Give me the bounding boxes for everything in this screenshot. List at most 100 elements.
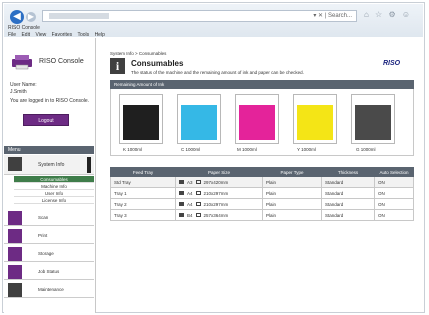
- forward-icon[interactable]: ▶: [26, 12, 36, 22]
- tray-name: Tray 2: [110, 198, 176, 210]
- breadcrumb[interactable]: System Info > Consumables: [110, 51, 166, 56]
- job-status-icon: [8, 265, 22, 279]
- ink-m-fill: [239, 105, 275, 140]
- ink-y-gauge: [293, 94, 337, 144]
- back-icon[interactable]: ◀: [10, 10, 24, 24]
- col-paper-type: Paper Type: [262, 167, 322, 177]
- address-tools[interactable]: ▾ ✕ | Search...: [313, 12, 352, 19]
- subnav-machine-info[interactable]: Machine Info: [14, 183, 94, 190]
- ink-c-label: C 1000ml: [181, 147, 201, 152]
- ink-g-fill: [355, 105, 391, 140]
- nav-print[interactable]: Print: [4, 228, 94, 244]
- paper-thickness: Standard: [321, 198, 375, 210]
- nav-maintenance[interactable]: Maintenance: [4, 282, 94, 298]
- paper-type: Plain: [262, 187, 322, 199]
- paper-dimensions: 210x297mm: [203, 190, 229, 196]
- orientation-icon: [195, 180, 201, 185]
- orientation-icon: [195, 191, 201, 196]
- selected-indicator: [87, 157, 91, 173]
- nav-scan-label: Scan: [38, 215, 49, 220]
- paper-type: Plain: [262, 209, 322, 221]
- paper-type: Plain: [262, 176, 322, 188]
- page-title: Consumables: [131, 59, 184, 68]
- tray-name-text: Tray 1: [114, 190, 127, 196]
- ink-k-gauge: [119, 94, 163, 144]
- tray-name-text: Std Tray: [114, 179, 131, 185]
- tray-name: Std Tray: [110, 176, 176, 188]
- ink-k-label: K 1000ml: [123, 147, 143, 152]
- table-row: Tray 3 B4 257x364mm Plain Standard ON: [110, 209, 414, 221]
- nav-storage-label: Storage: [38, 251, 54, 256]
- orientation-icon: [195, 202, 201, 207]
- auto-selection: ON: [374, 198, 414, 210]
- subnav-user-info[interactable]: User Info: [14, 190, 94, 197]
- system-info-icon: [8, 157, 22, 171]
- col-thickness: Thickness: [321, 167, 375, 177]
- ink-g-gauge: [351, 94, 395, 144]
- menu-header: Menu: [4, 146, 94, 154]
- tray-name: Tray 1: [110, 187, 176, 199]
- console-logo-text: RISO Console: [39, 58, 84, 65]
- paper-stack-icon: [179, 213, 184, 218]
- orientation-icon: [195, 213, 201, 218]
- paper-size-cell: A3 297x420mm: [175, 176, 263, 188]
- nav-system-info[interactable]: System Info: [4, 155, 94, 175]
- nav-job-status[interactable]: Job Status: [4, 264, 94, 280]
- address-bar[interactable]: ▾ ✕ | Search...: [42, 10, 357, 22]
- paper-thickness: Standard: [321, 187, 375, 199]
- nav-job-status-label: Job Status: [38, 269, 60, 274]
- ink-c-gauge: [177, 94, 221, 144]
- ink-y-fill: [297, 105, 333, 140]
- paper-stack-icon: [179, 180, 184, 185]
- ink-m-label: M 1000ml: [237, 147, 257, 152]
- nav-system-info-label: System Info: [38, 162, 65, 168]
- storage-icon: [8, 247, 22, 261]
- paper-dimensions: 210x297mm: [203, 201, 229, 207]
- auto-selection: ON: [374, 176, 414, 188]
- paper-size-cell: A4 210x297mm: [175, 187, 263, 199]
- menu-help[interactable]: Help: [95, 32, 105, 38]
- col-feed-tray: Feed Tray: [110, 167, 176, 177]
- browser-toolbar-icons[interactable]: ⌂ ☆ ⚙ ☺: [364, 10, 412, 19]
- nav-scan[interactable]: Scan: [4, 210, 94, 226]
- subnav-license-info[interactable]: License Info: [14, 197, 94, 204]
- col-auto-selection: Auto Selection: [374, 167, 414, 177]
- ink-section-header: Remaining Amount of Ink: [110, 80, 414, 89]
- ink-c-fill: [181, 105, 217, 140]
- sidebar: RISO Console User Name: J.Smith You are …: [4, 38, 96, 313]
- logout-button[interactable]: Logout: [23, 114, 69, 126]
- table-header-row: Feed Tray Paper Size Paper Type Thicknes…: [110, 167, 414, 177]
- paper-stack-icon: [179, 191, 184, 196]
- screenshot: ◀ ▶ ▾ ✕ | Search... ⌂ ☆ ⚙ ☺ RISO Console…: [0, 0, 429, 315]
- user-name-value: J.Smith: [10, 89, 27, 95]
- printer-logo-icon: [12, 55, 32, 70]
- paper-tray-table: Feed Tray Paper Size Paper Type Thicknes…: [110, 167, 414, 221]
- nav-maintenance-label: Maintenance: [38, 287, 64, 292]
- maintenance-icon: [8, 283, 22, 297]
- browser-tab[interactable]: RISO Console: [8, 25, 40, 31]
- paper-stack-icon: [179, 202, 184, 207]
- tray-name: Tray 3: [110, 209, 176, 221]
- table-row: Tray 2 A4 210x297mm Plain Standard ON: [110, 198, 414, 210]
- ink-y-label: Y 1000ml: [297, 147, 316, 152]
- print-icon: [8, 229, 22, 243]
- ink-g-label: G 1000ml: [356, 147, 376, 152]
- browser-chrome: ◀ ▶ ▾ ✕ | Search... ⌂ ☆ ⚙ ☺ RISO Console…: [4, 4, 423, 38]
- user-name-label: User Name:: [10, 82, 37, 88]
- paper-type: Plain: [262, 198, 322, 210]
- auto-selection: ON: [374, 187, 414, 199]
- info-icon: i: [110, 58, 125, 74]
- paper-dimensions: 257x364mm: [203, 212, 229, 218]
- subnav-consumables[interactable]: Consumables: [14, 176, 94, 183]
- tray-name-text: Tray 3: [114, 212, 127, 218]
- paper-thickness: Standard: [321, 176, 375, 188]
- address-url: [49, 13, 109, 19]
- page-description: The status of the machine and the remain…: [131, 70, 304, 75]
- paper-code: B4: [187, 212, 193, 218]
- paper-code: A4: [187, 190, 193, 196]
- paper-size-cell: B4 257x364mm: [175, 209, 263, 221]
- login-status-text: You are logged in to RISO Console.: [10, 98, 90, 104]
- nav-storage[interactable]: Storage: [4, 246, 94, 262]
- table-row: Std Tray A3 297x420mm Plain Standard ON: [110, 176, 414, 188]
- scan-icon: [8, 211, 22, 225]
